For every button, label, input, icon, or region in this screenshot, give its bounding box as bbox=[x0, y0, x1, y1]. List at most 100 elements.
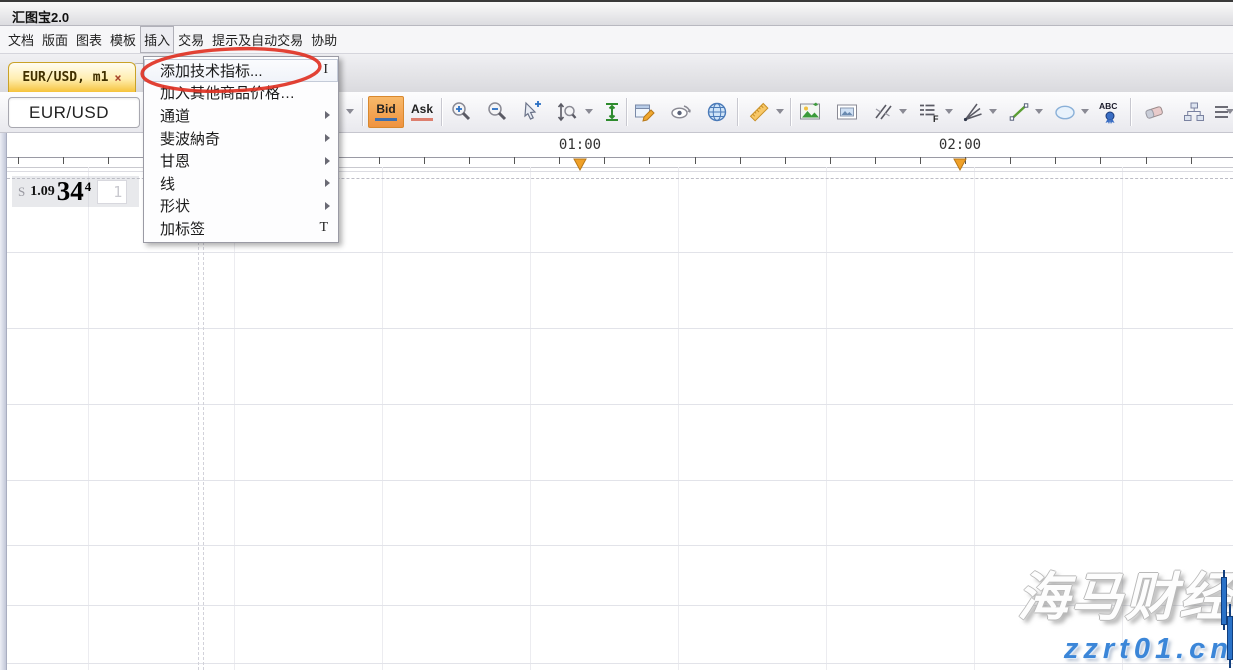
horizontal-gridline bbox=[7, 480, 1233, 481]
tab-close-icon[interactable]: × bbox=[114, 71, 121, 85]
submenu-arrow-icon bbox=[325, 202, 330, 210]
overflow-dropdown-arrow[interactable] bbox=[1226, 109, 1233, 114]
frame-image-icon[interactable] bbox=[835, 100, 859, 124]
axis-tick bbox=[469, 157, 470, 164]
fit-height-icon[interactable] bbox=[600, 100, 624, 124]
ruler-dropdown-arrow[interactable] bbox=[776, 109, 784, 114]
axis-tick bbox=[559, 157, 560, 164]
eraser-icon[interactable] bbox=[1142, 100, 1166, 124]
zoom-in-icon[interactable] bbox=[449, 100, 473, 124]
svg-text:ABC: ABC bbox=[1099, 101, 1117, 111]
insert-menu-item-label: 加入其他商品价格… bbox=[160, 82, 295, 103]
parallel-lines-dropdown-arrow[interactable] bbox=[899, 109, 907, 114]
dropdown-arrow[interactable] bbox=[346, 109, 354, 114]
axis-tick bbox=[1100, 157, 1101, 164]
ellipse-tool-icon[interactable] bbox=[1053, 100, 1077, 124]
submenu-arrow-icon bbox=[325, 111, 330, 119]
tab-eurusd-m1[interactable]: EUR/USD, m1 × bbox=[8, 62, 136, 92]
ray-fan-icon[interactable] bbox=[961, 100, 985, 124]
insert-menu-item-6[interactable]: 形状 bbox=[144, 195, 338, 218]
quantity-input[interactable]: 1 bbox=[97, 180, 127, 204]
vertical-gridline bbox=[826, 167, 827, 670]
insert-menu-item-3[interactable]: 斐波納奇 bbox=[144, 127, 338, 150]
submenu-arrow-icon bbox=[325, 157, 330, 165]
visibility-icon[interactable] bbox=[669, 100, 693, 124]
menubar-item-1[interactable]: 版面 bbox=[38, 26, 72, 53]
text-label-icon[interactable]: ABC bbox=[1097, 100, 1121, 124]
menu-shortcut-label: I bbox=[323, 62, 328, 78]
horizontal-gridline bbox=[7, 404, 1233, 405]
trend-line-dropdown-arrow[interactable] bbox=[1035, 109, 1043, 114]
svg-text:F: F bbox=[933, 114, 939, 124]
horizontal-gridline bbox=[7, 252, 1233, 253]
globe-icon[interactable] bbox=[705, 100, 729, 124]
insert-menu-item-label: 形状 bbox=[160, 195, 190, 216]
symbol-selector-value: EUR/USD bbox=[9, 103, 109, 123]
edit-window-icon[interactable] bbox=[633, 100, 657, 124]
menubar-item-3[interactable]: 模板 bbox=[106, 26, 140, 53]
bid-underline bbox=[375, 118, 397, 121]
axis-tick bbox=[875, 157, 876, 164]
time-axis-label: 02:00 bbox=[939, 136, 981, 154]
insert-menu-item-2[interactable]: 通道 bbox=[144, 104, 338, 127]
axis-tick bbox=[424, 157, 425, 164]
zoom-cursor-icon[interactable] bbox=[519, 100, 543, 124]
parallel-lines-icon[interactable] bbox=[871, 100, 895, 124]
axis-tick bbox=[63, 157, 64, 164]
axis-tick bbox=[740, 157, 741, 164]
horizontal-gridline bbox=[7, 328, 1233, 329]
menubar-item-7[interactable]: 协助 bbox=[307, 26, 341, 53]
insert-menu-item-5[interactable]: 线 bbox=[144, 172, 338, 195]
ask-button[interactable]: Ask bbox=[405, 96, 439, 128]
symbol-selector[interactable]: EUR/USD bbox=[8, 97, 140, 128]
left-grip[interactable] bbox=[0, 133, 7, 670]
insert-menu-item-7[interactable]: 加标签T bbox=[144, 217, 338, 240]
insert-menu: 添加技术指标...I加入其他商品价格…通道斐波納奇甘恩线形状加标签T bbox=[143, 56, 339, 243]
zoom-vertical-icon[interactable] bbox=[554, 100, 578, 124]
axis-tick bbox=[695, 157, 696, 164]
axis-tick bbox=[649, 157, 650, 164]
watermark-brand: 海马财经 bbox=[980, 571, 1233, 625]
axis-tick bbox=[1010, 157, 1011, 164]
zoom-vertical-dropdown-arrow[interactable] bbox=[585, 109, 593, 114]
bid-button-label: Bid bbox=[376, 103, 395, 116]
ask-button-label: Ask bbox=[411, 103, 433, 116]
menubar-item-0[interactable]: 文档 bbox=[4, 26, 38, 53]
ask-underline bbox=[411, 118, 433, 121]
axis-tick bbox=[785, 157, 786, 164]
toolbar-separator bbox=[626, 98, 628, 126]
indicator-list-icon[interactable]: F bbox=[917, 100, 941, 124]
menubar-item-2[interactable]: 图表 bbox=[72, 26, 106, 53]
axis-tick bbox=[920, 157, 921, 164]
insert-menu-item-label: 通道 bbox=[160, 105, 190, 126]
toolbar-separator bbox=[737, 98, 739, 126]
insert-menu-item-1[interactable]: 加入其他商品价格… bbox=[144, 82, 338, 105]
tab-label: EUR/USD, m1 bbox=[22, 70, 108, 85]
ray-fan-dropdown-arrow[interactable] bbox=[989, 109, 997, 114]
time-axis-label: 01:00 bbox=[559, 136, 601, 154]
axis-tick bbox=[1055, 157, 1056, 164]
insert-menu-item-0[interactable]: 添加技术指标...I bbox=[144, 59, 338, 82]
menubar-item-6[interactable]: 提示及自动交易 bbox=[208, 26, 307, 53]
window-title: 汇图宝2.0 bbox=[12, 7, 69, 26]
object-tree-icon[interactable] bbox=[1182, 100, 1206, 124]
insert-menu-item-label: 甘恩 bbox=[160, 150, 190, 171]
indicator-list-dropdown-arrow[interactable] bbox=[945, 109, 953, 114]
zoom-out-icon[interactable] bbox=[485, 100, 509, 124]
toolbar-separator bbox=[362, 98, 364, 126]
candle-body bbox=[1227, 616, 1233, 660]
bid-button[interactable]: Bid bbox=[368, 96, 404, 128]
horizontal-gridline bbox=[7, 545, 1233, 546]
trend-line-icon[interactable] bbox=[1007, 100, 1031, 124]
ruler-icon[interactable] bbox=[747, 100, 771, 124]
vertical-gridline bbox=[88, 167, 89, 670]
image-icon[interactable] bbox=[798, 100, 822, 124]
vertical-gridline bbox=[530, 167, 531, 670]
insert-menu-item-label: 斐波納奇 bbox=[160, 128, 220, 149]
menubar-item-5[interactable]: 交易 bbox=[174, 26, 208, 53]
menubar-item-4[interactable]: 插入 bbox=[140, 26, 174, 53]
ellipse-tool-dropdown-arrow[interactable] bbox=[1081, 109, 1089, 114]
insert-menu-item-4[interactable]: 甘恩 bbox=[144, 149, 338, 172]
watermark-url: zzrt01.cn bbox=[960, 633, 1233, 666]
toolbar-separator bbox=[790, 98, 792, 126]
